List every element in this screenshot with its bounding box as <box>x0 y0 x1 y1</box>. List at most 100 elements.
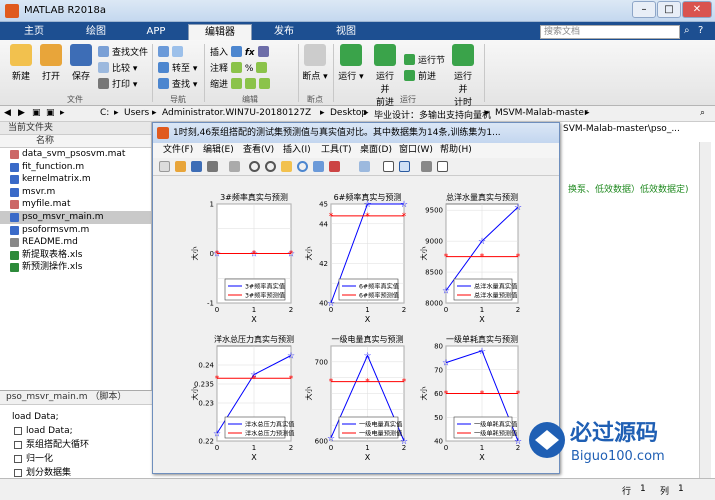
maximize-button[interactable]: □ <box>657 1 681 18</box>
path-separator: ▸ <box>114 108 119 118</box>
editor-tab-path[interactable]: SVM-Malab-master\pso_... <box>563 124 680 134</box>
forward-arrow-icon[interactable]: ▶ <box>18 108 25 118</box>
subplot: 0 1 2-1013#频率真实与预测X大小 ☆ ☆ ☆* * *3#频率真实值3#频率预测值 <box>190 192 295 324</box>
section-icon <box>14 455 22 463</box>
print-figure-icon[interactable] <box>207 161 218 172</box>
forward-arrow-icon <box>172 46 183 57</box>
menu-help[interactable]: 帮助(H) <box>440 143 472 158</box>
file-list-item[interactable]: 新提取表格.xls <box>0 249 151 262</box>
pred-series-marker: * <box>289 250 294 260</box>
true-series-marker: ☆ <box>514 203 522 213</box>
path-part[interactable]: 毕业设计：多输出支持向量机 <box>374 108 491 121</box>
file-list-item[interactable]: myfile.mat <box>0 198 151 211</box>
link-plot-icon[interactable] <box>359 161 370 172</box>
zoom-in-icon[interactable] <box>249 161 260 172</box>
file-list-item[interactable]: README.md <box>0 236 151 249</box>
name-column-header[interactable]: 名称 <box>0 135 151 148</box>
path-part[interactable]: MSVM-Malab-master <box>495 108 588 118</box>
file-type-icon <box>10 162 19 172</box>
menu-insert[interactable]: 插入(I) <box>283 143 311 158</box>
find-button[interactable]: 查找 ▾ <box>158 78 197 92</box>
tab-editor[interactable]: 编辑器 <box>188 24 252 40</box>
goto-button[interactable]: 转至 ▾ <box>158 62 197 76</box>
find-files-button[interactable]: 查找文件 <box>98 46 148 60</box>
zoom-out-icon[interactable] <box>265 161 276 172</box>
figure-window[interactable]: 1时刻,46泵组搭配的测试集预测值与真实值对比。其中数据集为14条,训练集为1.… <box>152 122 560 474</box>
pred-series-marker: * <box>215 250 220 260</box>
file-list-item[interactable]: msvr.m <box>0 186 151 199</box>
help-icon[interactable]: ? <box>698 25 703 36</box>
search-icon[interactable]: ⌕ <box>700 108 705 118</box>
details-item[interactable]: 归一化 <box>0 452 152 466</box>
save-button[interactable]: 保存 <box>68 44 94 82</box>
path-separator: ▸ <box>320 108 325 118</box>
search-icon[interactable]: ⌕ <box>684 25 690 36</box>
search-input[interactable]: 搜索文档 <box>540 25 680 39</box>
back-arrow-icon[interactable]: ◀ <box>4 108 11 118</box>
file-list-item[interactable]: data_svm_psosvm.mat <box>0 148 151 161</box>
tab-plots[interactable]: 绘图 <box>66 24 126 40</box>
menu-window[interactable]: 窗口(W) <box>399 143 433 158</box>
file-list-item[interactable]: fit_function.m <box>0 161 151 174</box>
legend-label: 3#频率真实值 <box>245 283 285 291</box>
open-button[interactable]: 打开 <box>38 44 64 82</box>
x-tick-label: 1 <box>365 306 369 314</box>
data-cursor-icon[interactable] <box>313 161 324 172</box>
rotate-icon[interactable] <box>297 161 308 172</box>
menu-desktop[interactable]: 桌面(D) <box>360 143 392 158</box>
open-file-icon[interactable] <box>175 161 186 172</box>
save-figure-icon[interactable] <box>191 161 202 172</box>
pred-series-marker: * <box>402 212 407 222</box>
new-figure-icon[interactable] <box>159 161 170 172</box>
tab-home[interactable]: 主页 <box>4 24 64 40</box>
menu-file[interactable]: 文件(F) <box>163 143 193 158</box>
insert-button[interactable]: 插入 fx <box>210 46 272 60</box>
back-forward-buttons[interactable] <box>158 46 186 60</box>
file-type-icon <box>10 238 19 248</box>
run-button[interactable]: 运行 ▾ <box>338 44 364 82</box>
compare-button[interactable]: 比较 ▾ <box>98 62 137 76</box>
file-list-item[interactable]: psoformsvm.m <box>0 224 151 237</box>
menu-tools[interactable]: 工具(T) <box>321 143 352 158</box>
tab-view[interactable]: 视图 <box>316 24 376 40</box>
tab-apps[interactable]: APP <box>128 24 184 40</box>
hide-tools-icon[interactable] <box>421 161 432 172</box>
minimize-button[interactable]: – <box>632 1 656 18</box>
browse-icon[interactable]: ▣ <box>46 108 55 118</box>
true-series-marker: ☆ <box>514 437 522 447</box>
new-button[interactable]: 新建 <box>8 44 34 82</box>
path-part[interactable]: C: <box>100 108 109 118</box>
indent-button[interactable]: 缩进 <box>210 78 273 92</box>
details-item[interactable]: load Data; <box>0 424 152 438</box>
back-arrow-icon <box>158 46 169 57</box>
tab-publish[interactable]: 发布 <box>254 24 314 40</box>
path-part[interactable]: Administrator.WIN7U-20180127Z <box>162 108 311 118</box>
colorbar-icon[interactable] <box>383 161 394 172</box>
edit-plot-icon[interactable] <box>229 161 240 172</box>
pan-icon[interactable] <box>281 161 292 172</box>
comment-button[interactable]: 注释 % <box>210 62 270 76</box>
file-list-item[interactable]: kernelmatrix.m <box>0 173 151 186</box>
pred-series-marker: * <box>329 378 334 388</box>
details-item[interactable]: 泵组搭配大循环 <box>0 438 152 452</box>
address-bar[interactable]: ◀ ▶ ▣ ▣ ▸ C: ▸ Users ▸ Administrator.WIN… <box>0 106 715 122</box>
brush-icon[interactable] <box>329 161 340 172</box>
advance-button[interactable]: 前进 <box>404 70 436 84</box>
watermark-logo: 必过源码 Biguo100.com <box>529 420 665 464</box>
file-name: myfile.mat <box>22 199 71 210</box>
file-list-item[interactable]: pso_msvr_main.m <box>0 210 151 224</box>
path-part[interactable]: Users <box>124 108 149 118</box>
legend-icon[interactable] <box>399 161 410 172</box>
breakpoints-button[interactable]: 断点 ▾ <box>302 44 328 82</box>
print-button[interactable]: 打印 ▾ <box>98 78 137 92</box>
show-tools-icon[interactable] <box>437 161 448 172</box>
close-button[interactable]: ✕ <box>682 1 712 18</box>
line-value: 1 <box>640 484 646 494</box>
true-series-marker: ☆ <box>478 237 486 247</box>
run-section-button[interactable]: 运行节 <box>404 54 445 68</box>
menu-view[interactable]: 查看(V) <box>243 143 274 158</box>
menu-edit[interactable]: 编辑(E) <box>203 143 234 158</box>
path-part[interactable]: Desktop <box>330 108 367 118</box>
file-list-item[interactable]: 新预测操作.xls <box>0 261 151 274</box>
folder-up-icon[interactable]: ▣ <box>32 108 41 118</box>
